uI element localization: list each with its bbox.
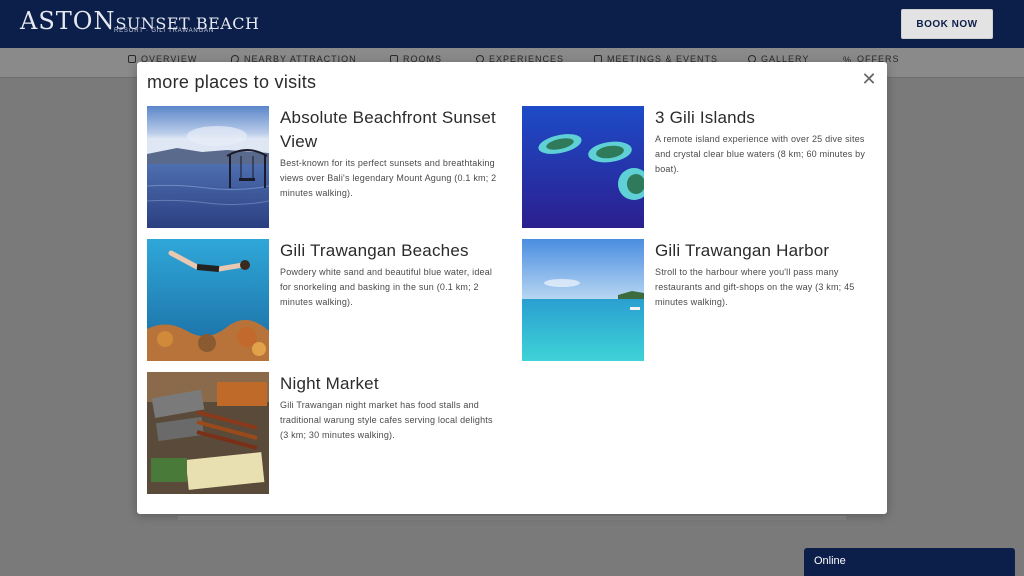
snorkeling-photo xyxy=(147,239,269,361)
place-card-gili-islands[interactable]: 3 Gili Islands A remote island experienc… xyxy=(522,106,882,230)
place-title[interactable]: 3 Gili Islands xyxy=(655,106,875,130)
food-stall-photo xyxy=(147,372,269,494)
place-title[interactable]: Gili Trawangan Beaches xyxy=(280,239,500,263)
close-icon[interactable]: ✕ xyxy=(861,70,877,88)
online-chat-tab[interactable]: Online xyxy=(804,548,1015,576)
aerial-islands-photo xyxy=(522,106,644,228)
place-title[interactable]: Gili Trawangan Harbor xyxy=(655,239,875,263)
logo-subtitle: RESORT · GILI TRAWANGAN xyxy=(114,28,214,34)
turquoise-sea-photo xyxy=(522,239,644,361)
logo-main-text: ASTON xyxy=(20,7,116,35)
place-title[interactable]: Night Market xyxy=(280,372,500,396)
place-description: A remote island experience with over 25 … xyxy=(655,134,866,174)
place-description: Best-known for its perfect sunsets and b… xyxy=(280,158,497,198)
place-title[interactable]: Absolute Beachfront Sunset View xyxy=(280,106,500,154)
place-card-sunset-view[interactable]: Absolute Beachfront Sunset View Best-kno… xyxy=(147,106,507,230)
places-modal: more places to visits ✕ Absolute Beachfr… xyxy=(137,62,887,514)
online-chat-label: Online xyxy=(814,555,846,567)
site-header: ASTONSUNSET BEACH RESORT · GILI TRAWANGA… xyxy=(0,0,1024,48)
place-description: Gili Trawangan night market has food sta… xyxy=(280,400,493,440)
overview-icon xyxy=(128,55,136,63)
place-card-night-market[interactable]: Night Market Gili Trawangan night market… xyxy=(147,372,507,496)
place-card-trawangan-harbor[interactable]: Gili Trawangan Harbor Stroll to the harb… xyxy=(522,239,882,363)
place-card-trawangan-beaches[interactable]: Gili Trawangan Beaches Powdery white san… xyxy=(147,239,507,363)
modal-title: more places to visits xyxy=(147,72,317,92)
sunset-swing-photo xyxy=(147,106,269,228)
place-description: Powdery white sand and beautiful blue wa… xyxy=(280,267,493,307)
place-description: Stroll to the harbour where you'll pass … xyxy=(655,267,855,307)
background-panel-edge xyxy=(178,516,846,520)
book-now-button[interactable]: BOOK NOW xyxy=(901,9,993,39)
